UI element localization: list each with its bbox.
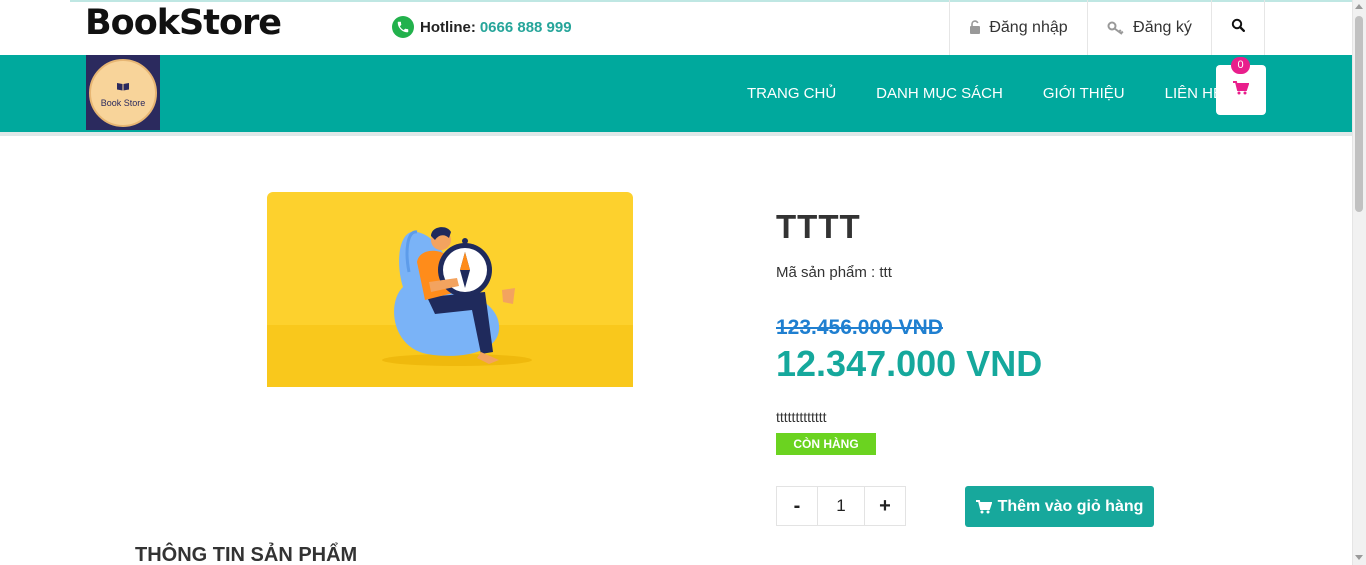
hotline-label: Hotline:	[420, 18, 476, 36]
login-link[interactable]: Đăng nhập	[949, 0, 1087, 55]
store-logo[interactable]: Book Store	[86, 55, 160, 130]
scroll-down-arrow[interactable]	[1355, 555, 1363, 560]
nav-item-home[interactable]: TRANG CHỦ	[727, 85, 856, 102]
auth-links: Đăng nhập Đăng ký	[949, 0, 1265, 55]
register-label: Đăng ký	[1133, 18, 1192, 36]
lock-icon	[969, 20, 981, 35]
top-bar: BookStore Hotline: 0666 888 999 Đăng nhậ…	[0, 0, 1352, 55]
key-icon	[1107, 21, 1125, 35]
register-link[interactable]: Đăng ký	[1087, 0, 1211, 55]
nav-item-about[interactable]: GIỚI THIỆU	[1023, 85, 1145, 102]
quantity-input[interactable]	[817, 487, 865, 525]
cart-icon	[1233, 80, 1250, 100]
logo-badge: Book Store	[89, 58, 157, 127]
nav-item-categories[interactable]: DANH MỤC SÁCH	[856, 85, 1023, 102]
hotline: Hotline: 0666 888 999	[392, 16, 572, 38]
old-price: 123.456.000 VND	[776, 316, 943, 339]
quantity-decrease-button[interactable]: -	[777, 487, 817, 525]
add-to-cart-label: Thêm vào giỏ hàng	[997, 497, 1144, 515]
product-info-heading: THÔNG TIN SẢN PHẨM	[135, 544, 358, 565]
phone-icon	[392, 16, 414, 38]
product-description: ttttttttttttt	[776, 409, 827, 425]
search-button[interactable]	[1211, 0, 1265, 55]
stock-status-badge: CÒN HÀNG	[776, 433, 876, 455]
navbar-shadow	[0, 132, 1352, 136]
quantity-increase-button[interactable]: +	[865, 487, 905, 525]
cart-icon	[975, 499, 992, 514]
logo-text: Book Store	[100, 97, 146, 108]
cart-count-badge: 0	[1231, 57, 1250, 74]
quantity-stepper: - +	[776, 486, 906, 526]
add-to-cart-button[interactable]: Thêm vào giỏ hàng	[965, 486, 1154, 527]
product-sku: Mã sản phẩm : ttt	[776, 264, 892, 281]
product-title: TTTT	[776, 208, 861, 245]
main-menu: TRANG CHỦ DANH MỤC SÁCH GIỚI THIỆU LIÊN …	[727, 55, 1243, 132]
product-image	[267, 192, 633, 387]
search-icon	[1231, 18, 1245, 37]
brand-name[interactable]: BookStore	[85, 3, 282, 43]
hotline-number[interactable]: 0666 888 999	[480, 19, 572, 36]
login-label: Đăng nhập	[989, 18, 1068, 36]
sale-price: 12.347.000 VND	[776, 343, 1043, 384]
book-icon	[116, 78, 130, 96]
scroll-up-arrow[interactable]	[1355, 4, 1363, 9]
scrollbar-thumb[interactable]	[1355, 16, 1363, 212]
